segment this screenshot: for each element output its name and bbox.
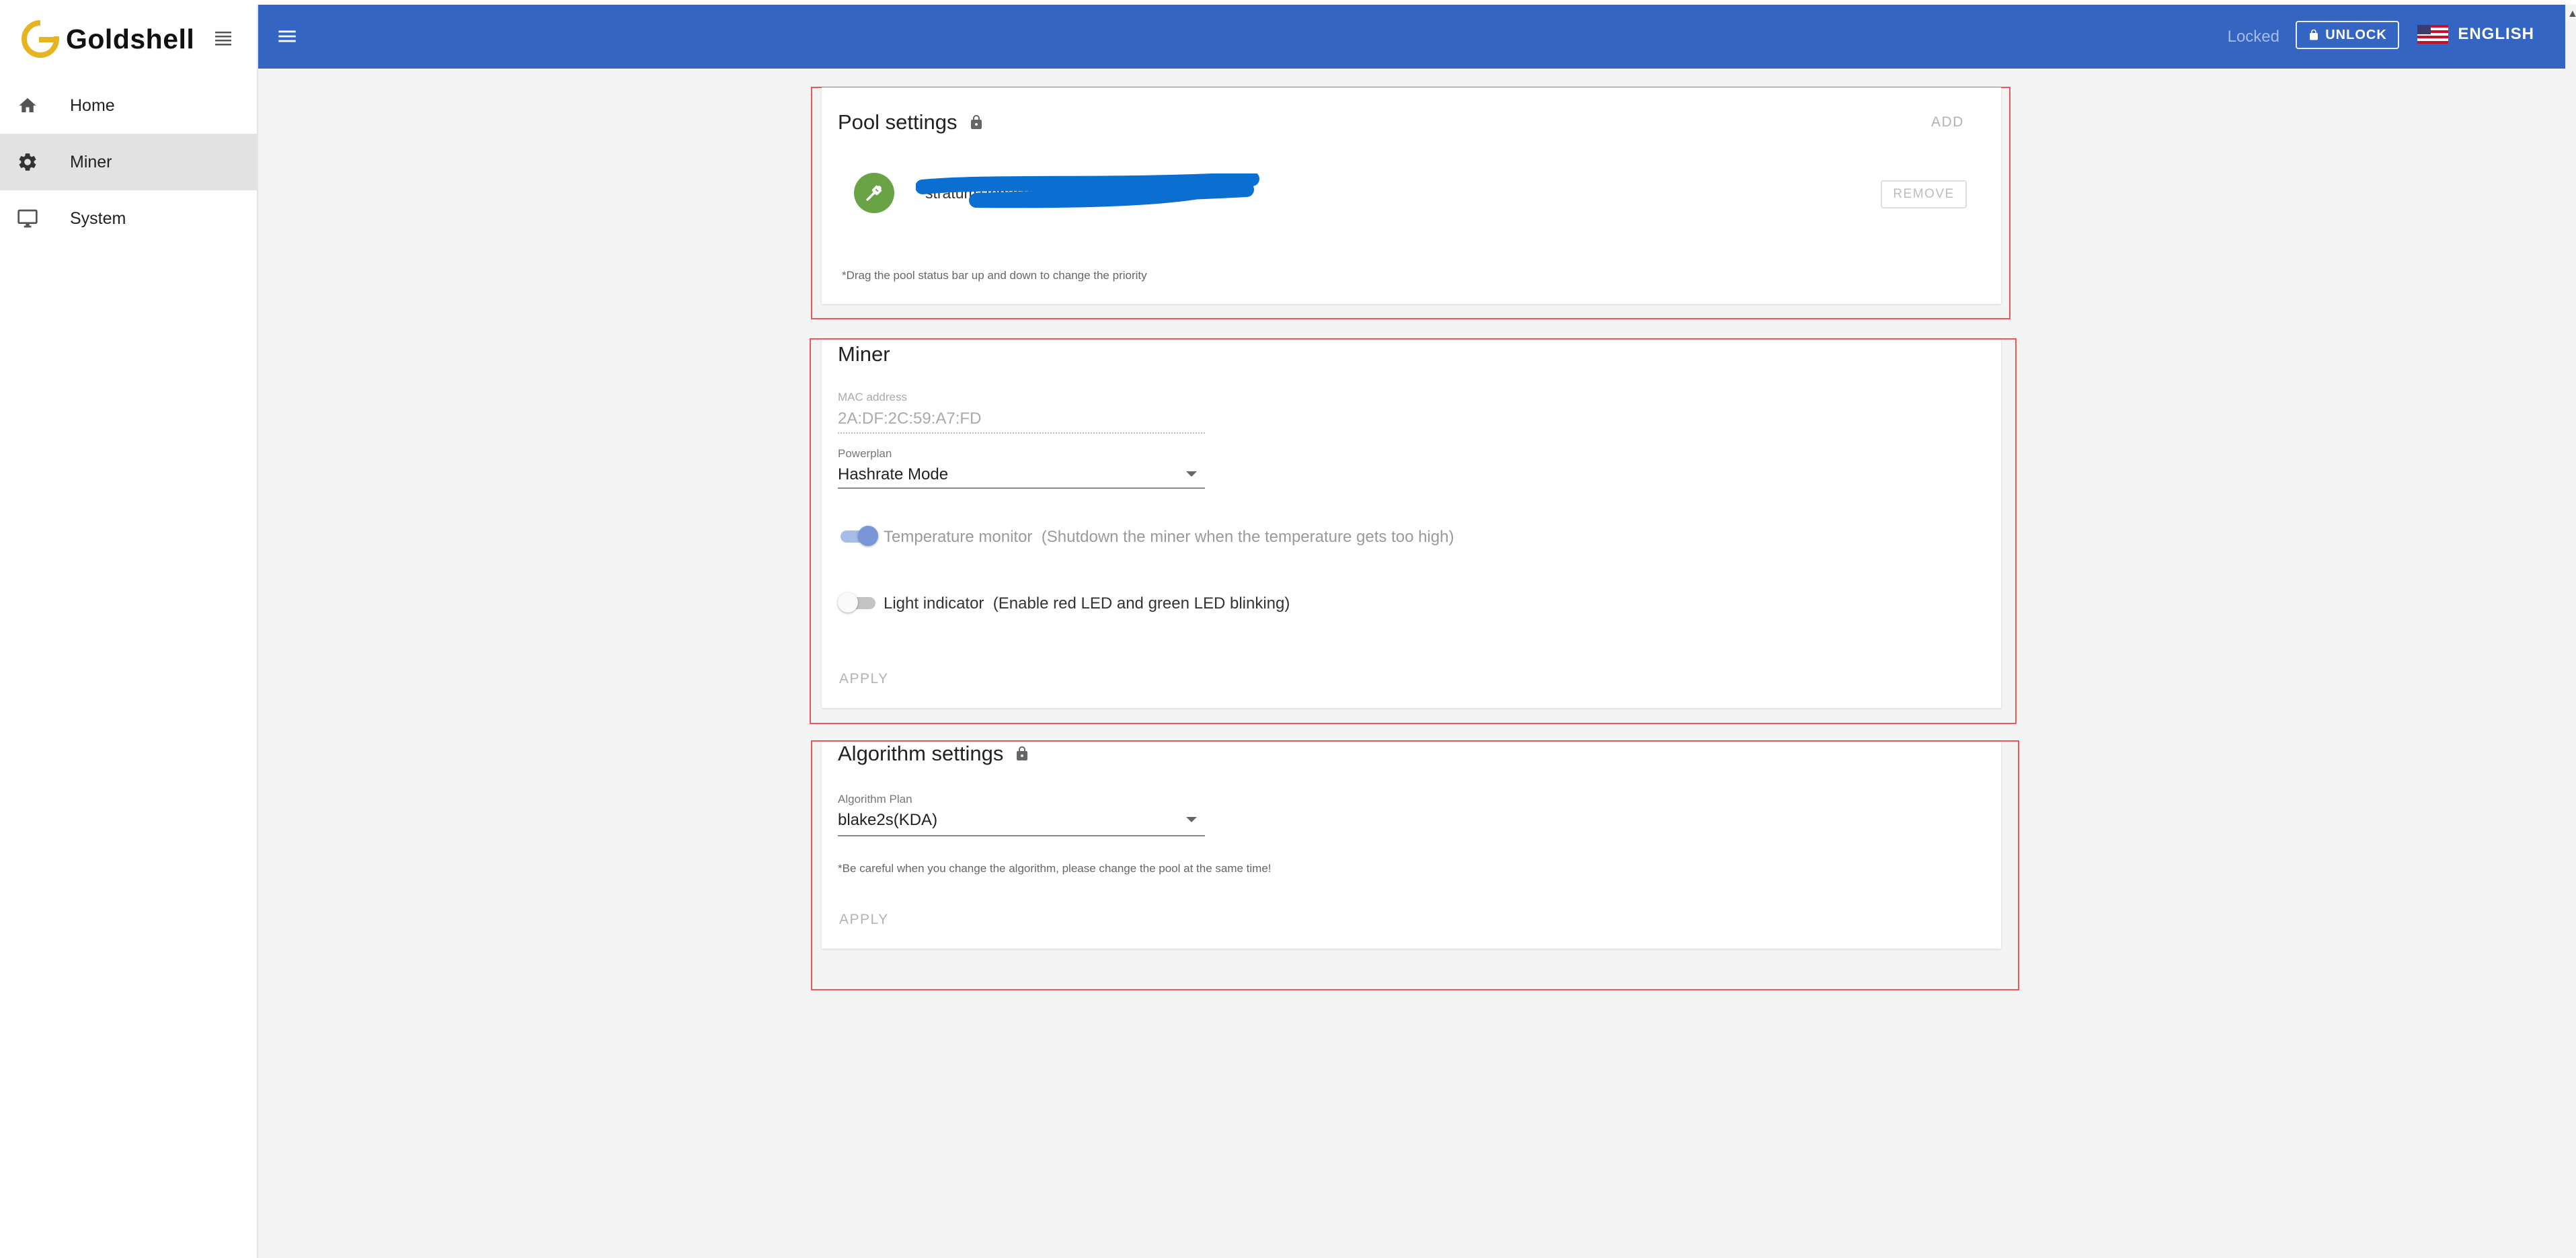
algorithm-settings-title: Algorithm settings (838, 742, 1030, 766)
sidebar-item-miner[interactable]: Miner (0, 134, 257, 190)
add-pool-button[interactable]: ADD (1931, 114, 1964, 130)
miner-title: Miner (838, 342, 890, 366)
sidebar-nav: Home Miner System (0, 77, 257, 247)
home-icon (16, 94, 39, 117)
pool-status-icon[interactable] (854, 173, 894, 213)
temperature-monitor-toggle[interactable] (838, 526, 878, 546)
pool-settings-card: Pool settings ADD stratum+tcp://192.168.… (822, 87, 2001, 304)
algorithm-plan-select[interactable]: blake2s(KDA) (838, 811, 937, 830)
connection-icon (866, 185, 882, 201)
list-icon[interactable] (213, 29, 233, 49)
us-flag-icon (2417, 25, 2449, 44)
powerplan-underline (838, 487, 1205, 489)
scroll-up-icon[interactable]: ▲ (2567, 8, 2576, 20)
lock-status-text: Locked (2227, 28, 2279, 46)
sidebar: Goldshell Home Miner System (0, 5, 258, 1258)
language-selector[interactable]: ENGLISH (2417, 25, 2534, 44)
goldshell-logo-icon (22, 20, 61, 58)
monitor-icon (16, 207, 39, 230)
gear-icon (16, 151, 39, 173)
unlock-button-label: UNLOCK (2325, 27, 2387, 42)
top-app-bar: Locked UNLOCK ENGLISH (258, 5, 2565, 69)
pool-priority-hint: *Drag the pool status bar up and down to… (842, 269, 1147, 282)
sidebar-item-system[interactable]: System (0, 190, 257, 247)
chevron-down-icon[interactable] (1186, 471, 1197, 477)
light-indicator-toggle[interactable] (838, 592, 878, 613)
lock-icon (1017, 746, 1028, 760)
language-label: ENGLISH (2458, 25, 2534, 43)
algorithm-plan-underline (838, 835, 1205, 836)
chevron-down-icon[interactable] (1186, 817, 1197, 822)
mac-address-value: 2A:DF:2C:59:A7:FD (838, 409, 982, 428)
light-indicator-label: Light indicator (Enable red LED and gree… (884, 594, 1290, 613)
algorithm-plan-label: Algorithm Plan (838, 793, 912, 805)
redaction-scribble (916, 173, 1259, 208)
brand-name: Goldshell (66, 23, 195, 54)
mac-address-underline (838, 432, 1205, 434)
lock-icon (2310, 29, 2318, 40)
sidebar-item-label: Home (70, 95, 115, 115)
algorithm-settings-card: Algorithm settings Algorithm Plan blake2… (822, 742, 2001, 949)
miner-apply-button[interactable]: APPLY (839, 671, 889, 687)
algorithm-apply-button[interactable]: APPLY (839, 912, 889, 928)
algorithm-warning: *Be careful when you change the algorith… (838, 862, 1272, 875)
menu-icon[interactable] (276, 25, 299, 48)
temperature-monitor-label: Temperature monitor (Shutdown the miner … (884, 528, 1454, 546)
mac-address-label: MAC address (838, 391, 907, 403)
remove-pool-button[interactable]: REMOVE (1881, 180, 1967, 208)
sidebar-item-label: Miner (70, 152, 112, 171)
lock-icon (970, 115, 982, 129)
powerplan-label: Powerplan (838, 447, 892, 460)
sidebar-item-home[interactable]: Home (0, 77, 257, 134)
brand[interactable]: Goldshell (20, 17, 233, 61)
miner-card: Miner MAC address 2A:DF:2C:59:A7:FD Powe… (822, 340, 2001, 708)
page-scrollbar[interactable] (2565, 5, 2576, 1258)
pool-settings-title: Pool settings (838, 110, 984, 134)
sidebar-item-label: System (70, 208, 126, 228)
top-strip (0, 0, 2576, 5)
unlock-button[interactable]: UNLOCK (2296, 21, 2399, 49)
powerplan-select[interactable]: Hashrate Mode (838, 465, 948, 484)
